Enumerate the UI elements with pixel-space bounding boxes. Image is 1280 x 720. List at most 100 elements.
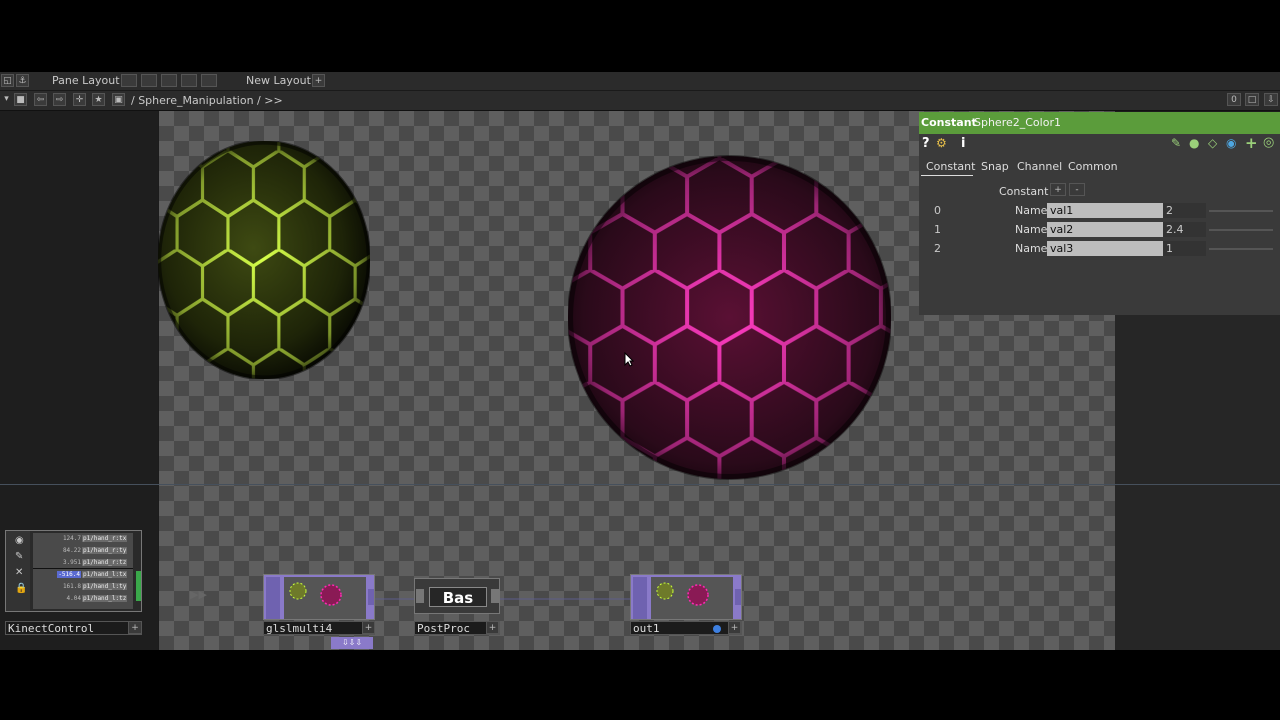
glsl-node-label[interactable]: glslmulti4 bbox=[263, 621, 375, 635]
divider-line bbox=[0, 484, 1280, 485]
kinect-node[interactable]: ◉ ✎ ✕ 🔒 124.7 p1/hand_r:tx 84.22 p1/hand_r… bbox=[5, 530, 142, 612]
path-counter: 0 bbox=[1227, 93, 1241, 106]
back-icon[interactable]: ⇦ bbox=[34, 93, 47, 106]
channel-viewer: 124.7 p1/hand_r:tx 84.22 p1/hand_r:ty 3.95… bbox=[33, 533, 133, 609]
constant-section-label: Constant bbox=[999, 185, 1049, 198]
channel-value-field[interactable]: 1 bbox=[1163, 241, 1206, 256]
output-flag-icon[interactable] bbox=[713, 625, 721, 633]
channel-row: 4.04 p1/hand_l:tz bbox=[66, 595, 128, 602]
preview-spheres bbox=[656, 582, 709, 606]
node-expand-button[interactable]: + bbox=[128, 621, 142, 634]
glsl-preview bbox=[284, 577, 366, 619]
active-tab-underline bbox=[921, 175, 973, 176]
python-help-icon[interactable]: ⚙ bbox=[936, 136, 947, 150]
postproc-viewer: Bas bbox=[429, 587, 487, 607]
parameter-panel: Constant Sphere2_Color1 ? ⚙ i ✎ ● ◇ ◉ + … bbox=[919, 112, 1280, 315]
input-connectors[interactable] bbox=[266, 577, 280, 619]
channel-name-field[interactable]: val2 bbox=[1047, 222, 1163, 237]
op-name-field[interactable]: Sphere2_Color1 bbox=[974, 116, 1061, 129]
remove-channel-button[interactable]: - bbox=[1069, 183, 1085, 196]
add-layout-button[interactable]: + bbox=[312, 74, 325, 87]
channel-row: -516.4 p1/hand_l:tx bbox=[57, 571, 128, 578]
wires bbox=[374, 598, 634, 600]
help-icon[interactable]: ? bbox=[922, 136, 930, 151]
out-preview bbox=[651, 577, 733, 619]
pane-layout-3-button[interactable] bbox=[161, 74, 177, 87]
input-connectors[interactable] bbox=[633, 577, 647, 619]
tab-channel[interactable]: Channel bbox=[1017, 160, 1062, 173]
channel-name-field[interactable]: val1 bbox=[1047, 203, 1163, 218]
network-background-right bbox=[1115, 315, 1280, 650]
pane-layout-5-button[interactable] bbox=[201, 74, 217, 87]
pane-layout-2-button[interactable] bbox=[141, 74, 157, 87]
out-node[interactable] bbox=[630, 574, 742, 620]
bypass-icon[interactable]: ✕ bbox=[15, 567, 23, 578]
target-icon[interactable]: ◎ bbox=[1263, 135, 1274, 150]
channel-value-field[interactable]: 2.4 bbox=[1163, 222, 1206, 237]
comment-icon[interactable]: ● bbox=[1189, 136, 1199, 150]
forward-icon[interactable]: ⇨ bbox=[53, 93, 66, 106]
channel-row: 124.7 p1/hand_r:tx bbox=[62, 535, 128, 542]
preview-spheres bbox=[289, 582, 342, 606]
new-layout-label[interactable]: New Layout bbox=[246, 74, 311, 87]
bookmark-icon[interactable]: ★ bbox=[92, 93, 105, 106]
anchor-icon[interactable]: ⚓ bbox=[16, 74, 29, 87]
channel-row: 161.8 p1/hand_l:ty bbox=[62, 583, 128, 590]
maximize-icon[interactable]: □ bbox=[1245, 93, 1259, 106]
tab-constant[interactable]: Constant bbox=[926, 160, 975, 173]
value-slider[interactable] bbox=[1209, 229, 1273, 231]
output-connector[interactable] bbox=[735, 589, 741, 605]
layout-icon[interactable]: ◱ bbox=[1, 74, 14, 87]
node-expand-button[interactable]: + bbox=[728, 621, 741, 634]
path-bar: ▾ ■ ⇦ ⇨ ✛ ★ ▣ / Sphere_Manipulation / >>… bbox=[0, 91, 1280, 111]
channel-row: 84.22 p1/hand_r:ty bbox=[62, 547, 128, 554]
row-index: 1 bbox=[934, 223, 941, 236]
pane-layout-1-button[interactable] bbox=[121, 74, 137, 87]
row-index: 2 bbox=[934, 242, 941, 255]
pane-layout-label: Pane Layout bbox=[52, 74, 120, 87]
home-icon[interactable]: ✛ bbox=[73, 93, 86, 106]
row-index: 0 bbox=[934, 204, 941, 217]
output-arrows-icon[interactable]: ⇩⇩⇩ bbox=[331, 637, 373, 649]
output-connector[interactable] bbox=[136, 571, 141, 601]
output-connector[interactable] bbox=[491, 589, 499, 603]
postproc-node[interactable]: Bas bbox=[414, 578, 500, 614]
arrow-icon: ▶▶ bbox=[190, 588, 207, 601]
add-icon[interactable]: + bbox=[1245, 134, 1258, 152]
node-expand-button[interactable]: + bbox=[362, 621, 375, 634]
tag-icon[interactable]: ◇ bbox=[1208, 136, 1217, 150]
name-label: Name bbox=[1015, 204, 1048, 217]
out-node-label[interactable]: out1 bbox=[630, 621, 742, 635]
tab-common[interactable]: Common bbox=[1068, 160, 1118, 173]
dropdown-icon[interactable]: ▾ bbox=[0, 93, 13, 106]
channel-name-field[interactable]: val3 bbox=[1047, 241, 1163, 256]
info-icon[interactable]: i bbox=[961, 136, 965, 151]
pencil-icon[interactable]: ✎ bbox=[1171, 136, 1181, 150]
glsl-node[interactable] bbox=[263, 574, 375, 620]
add-channel-button[interactable]: + bbox=[1050, 183, 1066, 196]
input-connector[interactable] bbox=[416, 589, 424, 603]
download-icon[interactable]: ⇩ bbox=[1264, 93, 1278, 106]
mouse-cursor-icon bbox=[624, 352, 634, 367]
network-icon[interactable]: ▣ bbox=[112, 93, 125, 106]
lock-icon[interactable]: 🔒 bbox=[15, 583, 27, 594]
tab-snap[interactable]: Snap bbox=[981, 160, 1009, 173]
value-slider[interactable] bbox=[1209, 210, 1273, 212]
node-expand-button[interactable]: + bbox=[486, 621, 499, 634]
pink-hex-sphere bbox=[568, 155, 891, 480]
python-icon[interactable]: ◉ bbox=[1226, 136, 1236, 150]
value-slider[interactable] bbox=[1209, 248, 1273, 250]
green-hex-sphere bbox=[158, 141, 370, 379]
output-connector[interactable] bbox=[368, 589, 374, 605]
kinect-node-label[interactable]: KinectControl bbox=[5, 621, 142, 635]
pane-layout-4-button[interactable] bbox=[181, 74, 197, 87]
name-label: Name bbox=[1015, 223, 1048, 236]
stop-icon[interactable]: ■ bbox=[14, 93, 27, 106]
network-path[interactable]: / Sphere_Manipulation / >> bbox=[131, 94, 283, 107]
layout-bar: ◱ ⚓ Pane Layout New Layout + bbox=[0, 72, 1280, 91]
zero-line bbox=[33, 568, 133, 569]
viewer-icon[interactable]: ◉ bbox=[15, 535, 24, 546]
edit-icon[interactable]: ✎ bbox=[15, 551, 23, 562]
channel-value-field[interactable]: 2 bbox=[1163, 203, 1206, 218]
node-side-controls: ◉ ✎ ✕ 🔒 bbox=[6, 531, 30, 611]
